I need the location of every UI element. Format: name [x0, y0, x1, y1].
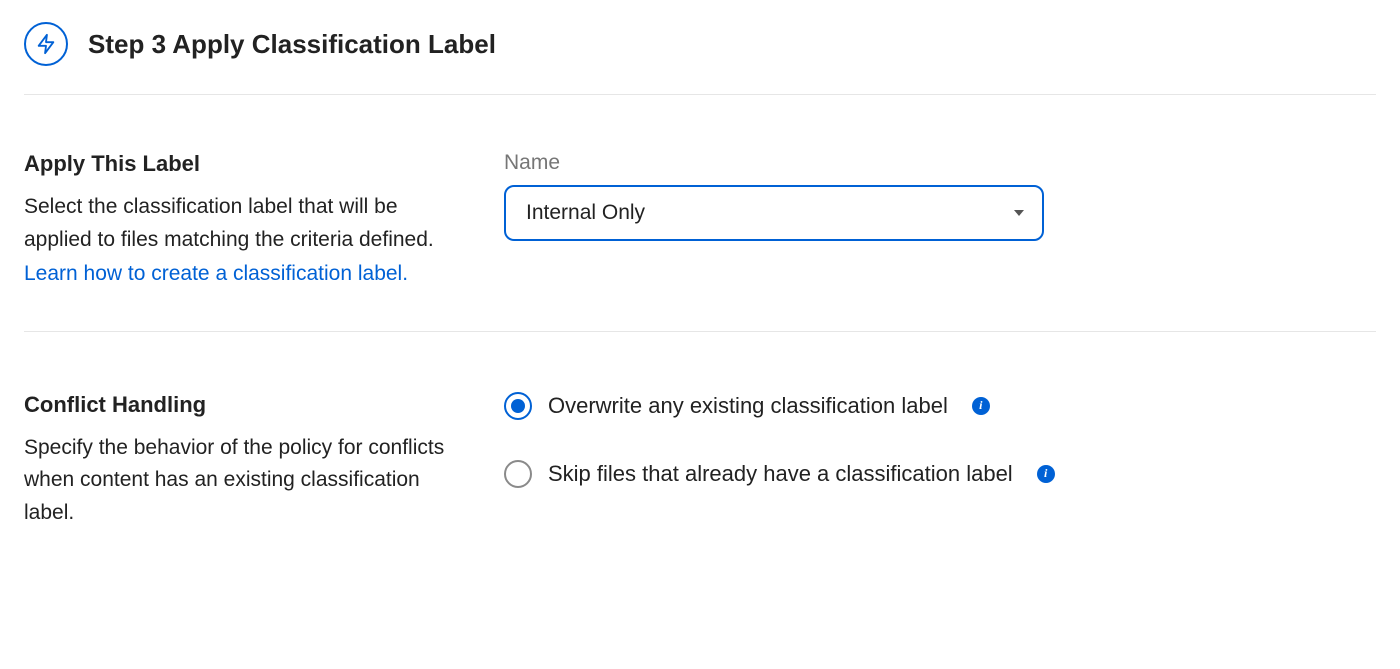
learn-classification-link[interactable]: Learn how to create a classification lab…: [24, 258, 408, 291]
classification-label-dropdown[interactable]: Internal Only: [504, 185, 1044, 241]
conflict-option-skip[interactable]: Skip files that already have a classific…: [504, 460, 1376, 488]
apply-label-description: Select the classification label that wil…: [24, 191, 464, 256]
radio-label: Skip files that already have a classific…: [548, 461, 1013, 487]
radio-button-selected[interactable]: [504, 392, 532, 420]
info-icon[interactable]: i: [1037, 465, 1055, 483]
apply-label-section: Apply This Label Select the classificati…: [24, 95, 1376, 331]
lightning-icon: [24, 22, 68, 66]
conflict-description: Specify the behavior of the policy for c…: [24, 432, 464, 530]
conflict-handling-section: Conflict Handling Specify the behavior o…: [24, 332, 1376, 540]
conflict-heading: Conflict Handling: [24, 392, 464, 418]
step-title: Step 3 Apply Classification Label: [88, 29, 496, 60]
conflict-option-overwrite[interactable]: Overwrite any existing classification la…: [504, 392, 1376, 420]
radio-label: Overwrite any existing classification la…: [548, 393, 948, 419]
name-field-label: Name: [504, 151, 1376, 175]
step-header: Step 3 Apply Classification Label: [24, 22, 1376, 94]
apply-label-heading: Apply This Label: [24, 151, 464, 177]
info-icon[interactable]: i: [972, 397, 990, 415]
chevron-down-icon: [1014, 210, 1024, 216]
dropdown-selected-value: Internal Only: [526, 201, 645, 225]
radio-button-unselected[interactable]: [504, 460, 532, 488]
